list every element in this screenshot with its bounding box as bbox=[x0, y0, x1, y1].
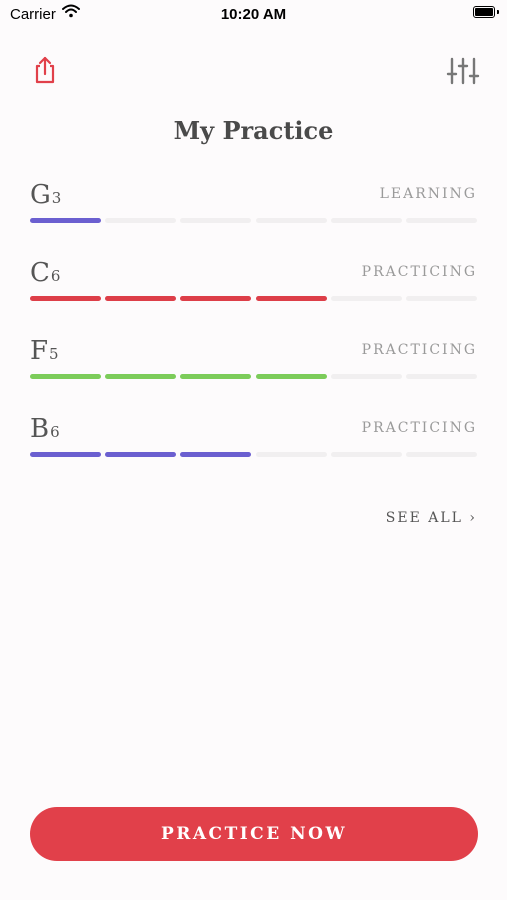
note-row[interactable]: F5 PRACTICING bbox=[30, 336, 477, 396]
progress-segments bbox=[30, 374, 477, 379]
progress-segment-empty bbox=[105, 218, 177, 223]
note-status: PRACTICING bbox=[361, 420, 477, 436]
share-icon bbox=[35, 56, 55, 84]
note-row[interactable]: C6 PRACTICING bbox=[30, 258, 477, 318]
see-all-link[interactable]: SEE ALL › bbox=[386, 510, 477, 526]
note-name: F5 bbox=[30, 336, 59, 366]
progress-segment-empty bbox=[406, 452, 477, 457]
note-name: B6 bbox=[30, 414, 60, 444]
progress-segment-empty bbox=[406, 374, 477, 379]
progress-segment-empty bbox=[330, 452, 402, 457]
status-bar: Carrier 10:20 AM bbox=[0, 0, 507, 28]
progress-segment-filled bbox=[180, 374, 252, 379]
page-title: My Practice bbox=[173, 116, 334, 145]
note-row[interactable]: B6 PRACTICING bbox=[30, 414, 477, 474]
progress-segment-empty bbox=[330, 374, 402, 379]
note-name: G3 bbox=[30, 180, 62, 210]
note-status: LEARNING bbox=[379, 186, 477, 202]
progress-segment-filled bbox=[180, 296, 252, 301]
note-octave: 5 bbox=[49, 345, 59, 363]
progress-segment-filled bbox=[105, 296, 177, 301]
progress-segment-empty bbox=[255, 452, 327, 457]
progress-segments bbox=[30, 296, 477, 301]
progress-segment-filled bbox=[30, 452, 101, 457]
progress-segment-filled bbox=[30, 218, 101, 223]
progress-segment-empty bbox=[406, 296, 477, 301]
sliders-icon bbox=[446, 57, 480, 85]
status-time: 10:20 AM bbox=[220, 6, 287, 23]
progress-segments bbox=[30, 452, 477, 457]
progress-segment-filled bbox=[255, 296, 327, 301]
note-status: PRACTICING bbox=[361, 264, 477, 280]
progress-segment-filled bbox=[180, 452, 252, 457]
progress-segment-filled bbox=[105, 452, 177, 457]
note-name: C6 bbox=[30, 258, 61, 288]
progress-segment-empty bbox=[406, 218, 477, 223]
progress-segment-filled bbox=[30, 296, 101, 301]
progress-segment-filled bbox=[255, 374, 327, 379]
battery-icon bbox=[473, 6, 499, 18]
practice-now-button[interactable]: PRACTICE NOW bbox=[30, 807, 478, 861]
note-octave: 3 bbox=[51, 189, 62, 207]
progress-segment-filled bbox=[30, 374, 101, 379]
note-row[interactable]: G3 LEARNING bbox=[30, 180, 477, 240]
progress-segments bbox=[30, 218, 477, 223]
note-octave: 6 bbox=[50, 267, 61, 285]
filter-button[interactable] bbox=[446, 56, 480, 86]
note-octave: 6 bbox=[50, 423, 60, 441]
progress-segment-empty bbox=[180, 218, 252, 223]
progress-segment-filled bbox=[105, 374, 177, 379]
share-button[interactable] bbox=[29, 54, 61, 86]
progress-segment-empty bbox=[255, 218, 327, 223]
progress-segment-empty bbox=[330, 218, 402, 223]
note-status: PRACTICING bbox=[361, 342, 477, 358]
progress-segment-empty bbox=[330, 296, 402, 301]
